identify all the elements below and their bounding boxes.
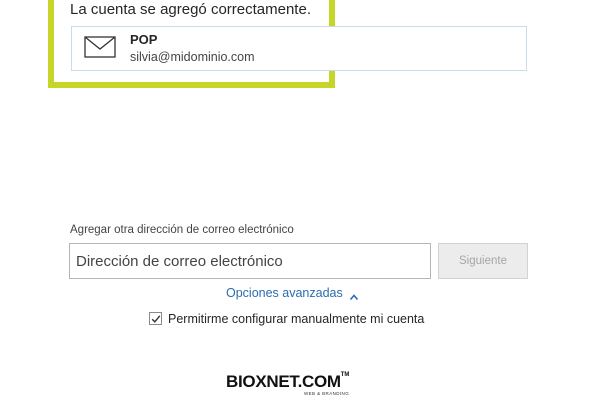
watermark-logo: BIOXNET.COMTM WEB & BRANDING: [226, 372, 350, 396]
add-email-label: Agregar otra dirección de correo electró…: [70, 224, 294, 236]
advanced-options-label: Opciones avanzadas: [226, 286, 343, 300]
advanced-options-link[interactable]: Opciones avanzadas: [226, 286, 359, 300]
watermark-tm: TM: [340, 372, 350, 378]
checkmark-icon: [151, 315, 161, 324]
account-type: POP: [130, 32, 158, 47]
chevron-up-icon: [349, 290, 359, 300]
manual-config-row: Permitirme configurar manualmente mi cue…: [149, 310, 424, 326]
account-added-page: La cuenta se agregó correctamente. POP s…: [0, 0, 600, 400]
manual-config-checkbox[interactable]: [149, 312, 162, 326]
mail-icon: [84, 36, 116, 58]
watermark-sub: WEB & BRANDING: [304, 391, 350, 396]
email-address-input[interactable]: [69, 243, 431, 279]
success-message: La cuenta se agregó correctamente.: [70, 1, 311, 18]
watermark-main: BIOXNET.COM: [226, 372, 341, 391]
manual-config-label: Permitirme configurar manualmente mi cue…: [168, 311, 425, 326]
account-card: POP silvia@midominio.com: [71, 26, 527, 71]
account-email: silvia@midominio.com: [130, 50, 255, 64]
next-button[interactable]: Siguiente: [438, 243, 528, 279]
